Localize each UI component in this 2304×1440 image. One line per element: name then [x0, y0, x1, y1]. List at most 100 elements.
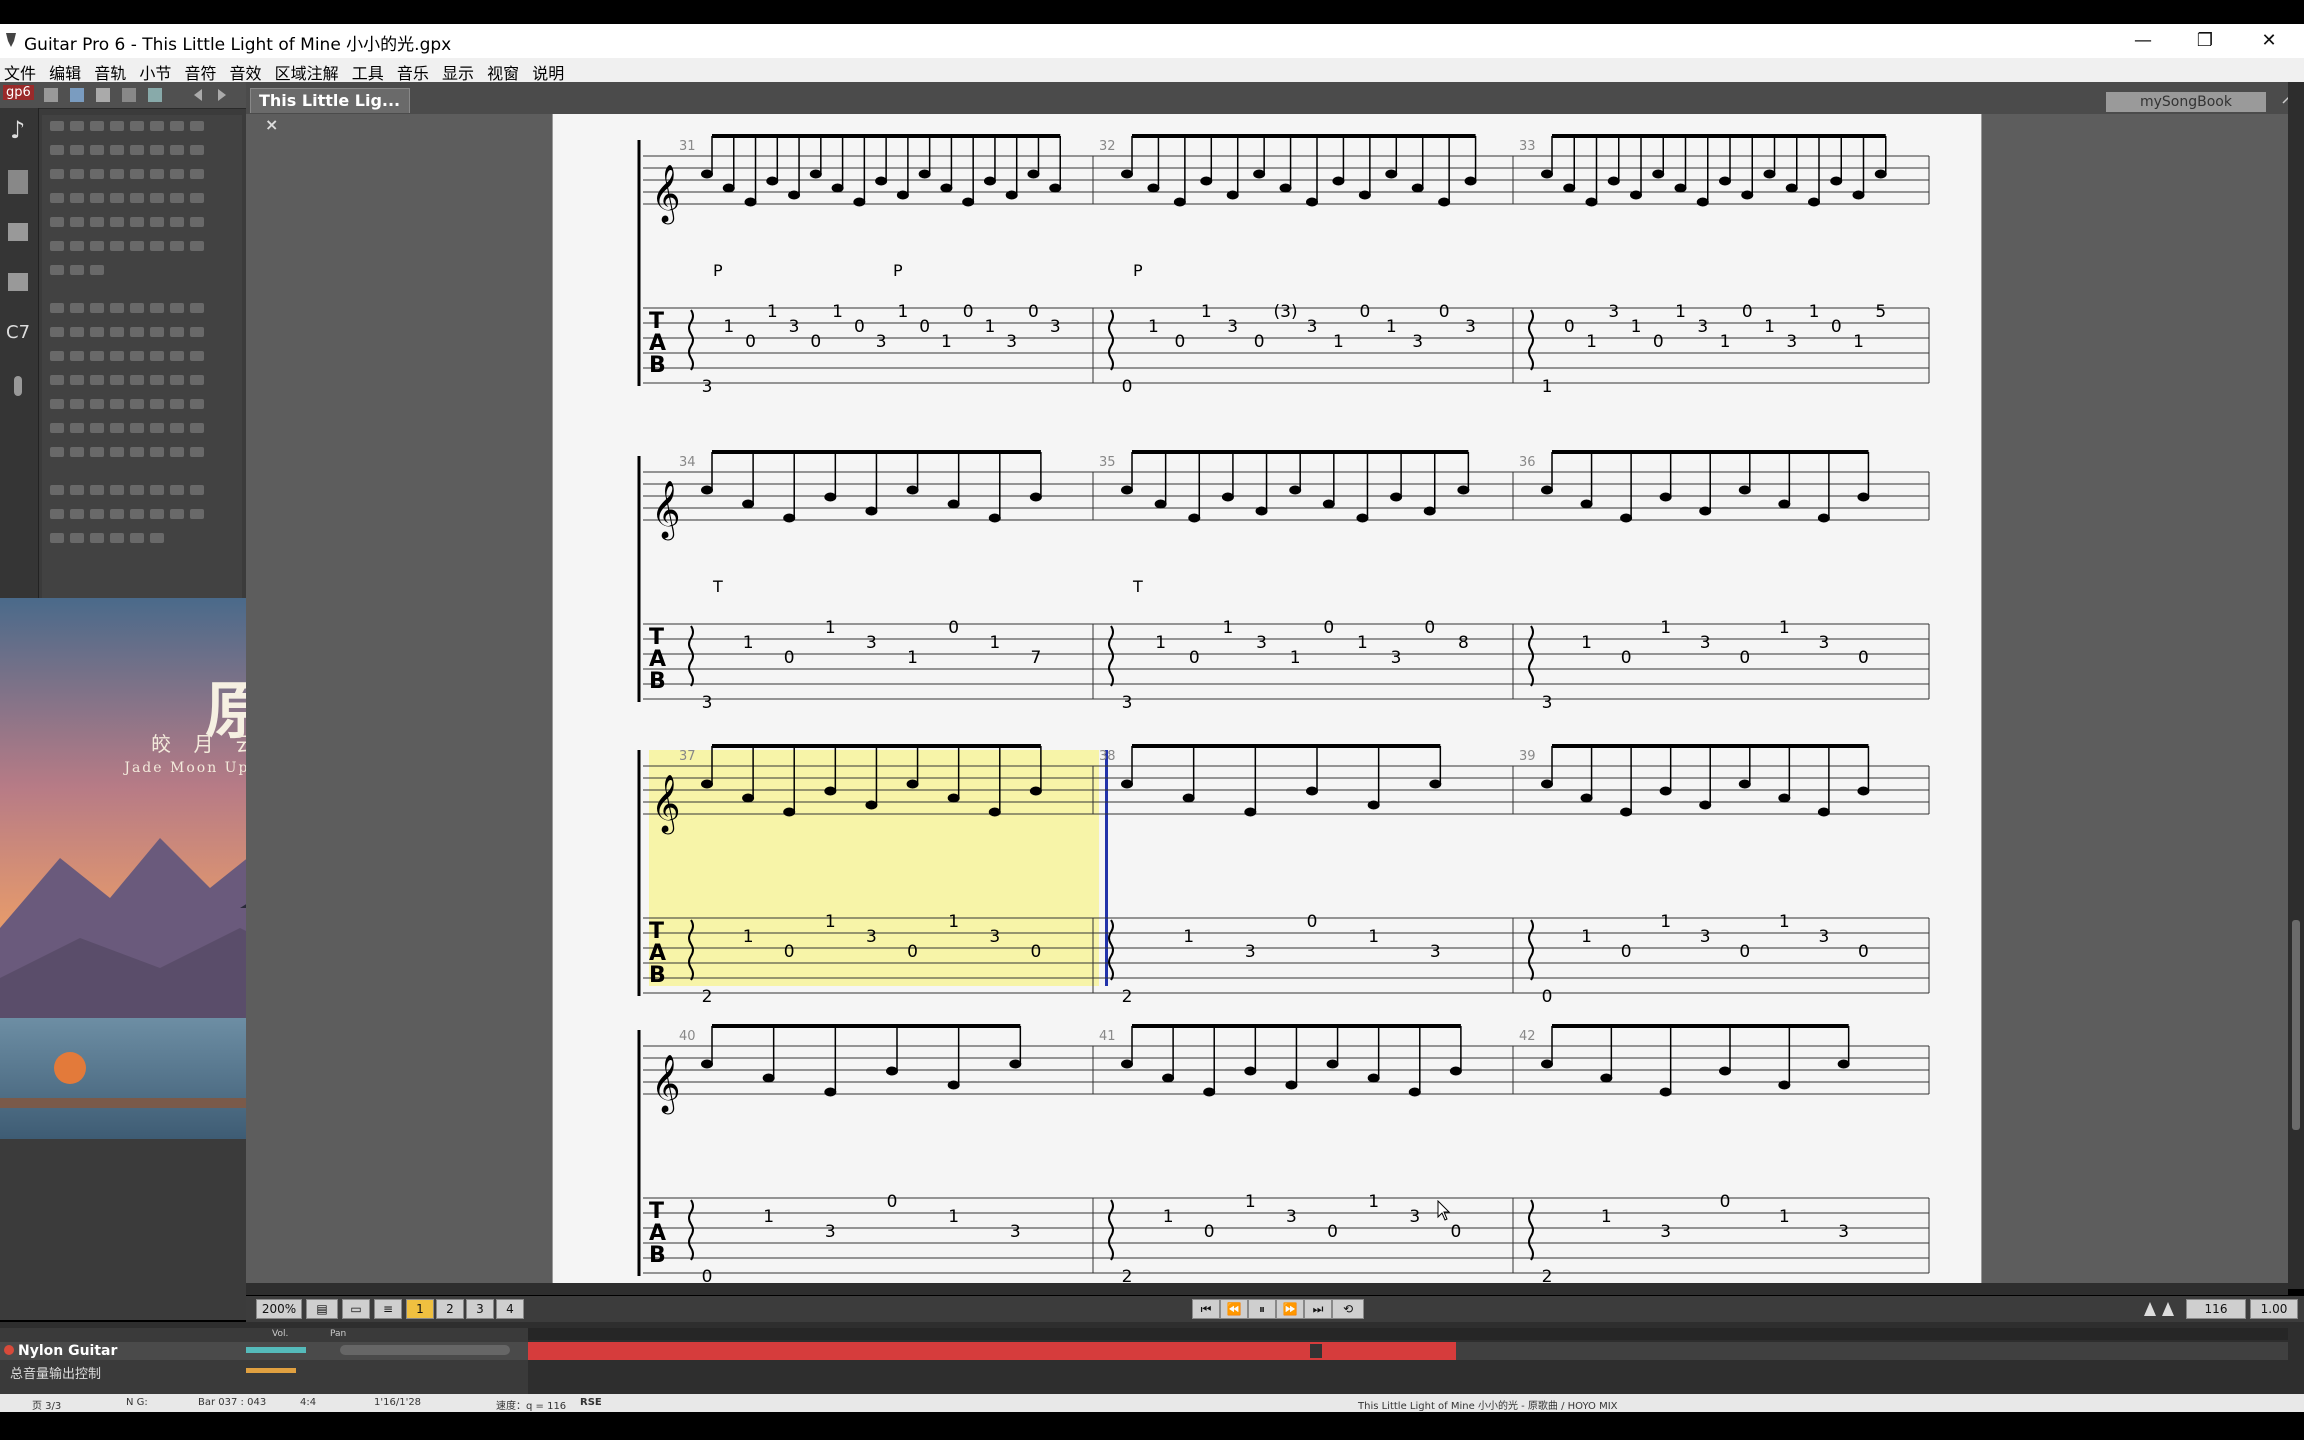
minimize-button[interactable]: —	[2120, 27, 2166, 55]
arpeggio-mark	[1528, 919, 1534, 981]
note-head	[1778, 793, 1791, 803]
pan-slider[interactable]	[340, 1345, 510, 1355]
tab-fret-number: 7	[1030, 648, 1041, 668]
loop-button[interactable]: ⟲	[1332, 1299, 1364, 1319]
bar-number: 41	[1099, 1029, 1116, 1044]
note-head	[1367, 800, 1380, 810]
voice-2-button[interactable]: 2	[436, 1299, 464, 1319]
menu-window[interactable]: 视窗	[487, 58, 519, 84]
go-to-end-button[interactable]: ⏭	[1304, 1299, 1332, 1319]
menu-track[interactable]: 音轨	[94, 58, 126, 84]
volume-slider[interactable]	[246, 1347, 306, 1353]
pause-button[interactable]: ⏸	[1248, 1299, 1276, 1319]
tool-strip-icons[interactable]: ♪ C7	[0, 108, 38, 408]
voice-3-button[interactable]: 3	[466, 1299, 494, 1319]
go-to-start-button[interactable]: ⏮	[1192, 1299, 1220, 1319]
menu-effects[interactable]: 音效	[230, 58, 262, 84]
voice-1-button[interactable]: 1	[406, 1299, 434, 1319]
multitrack-button[interactable]: ≡	[374, 1299, 402, 1319]
forward-button[interactable]: ⏩	[1276, 1299, 1304, 1319]
tab-fret-number: 1	[1809, 302, 1820, 322]
note-head	[1253, 169, 1266, 179]
page-layout-button[interactable]: ▭	[342, 1299, 370, 1319]
note-head	[1306, 786, 1318, 796]
note-head	[947, 499, 960, 509]
note-head	[1600, 1073, 1613, 1083]
score-notation[interactable]: 𝄞TAB3131013010310101303P P32010130(3)3101…	[553, 114, 1981, 1287]
score-page[interactable]: 𝄞 T A B 31 3 1 0 1 3 0 1 0 3 1 0 1 0 1 3 0 3 P P 32 0 1 0 1 3 0 (3) 3 1 0 1…	[552, 114, 1982, 1287]
tab-fret-number: 0	[784, 942, 795, 962]
note-head	[875, 176, 888, 186]
note-head	[865, 800, 878, 810]
bar-number: 33	[1519, 139, 1536, 154]
tempo-field[interactable]: 116	[2186, 1299, 2246, 1319]
menu-tools[interactable]: 工具	[352, 58, 384, 84]
tab-fret-number: 1	[1357, 633, 1368, 653]
close-tab-icon[interactable]: ×	[265, 115, 278, 134]
tab-fret-number: 0	[1254, 332, 1265, 352]
arpeggio-mark	[1528, 1199, 1534, 1261]
arpeggio-mark	[1528, 309, 1534, 371]
note-head	[1541, 485, 1553, 495]
menu-bar-measure[interactable]: 小节	[139, 58, 171, 84]
tab-fret-number: 2	[702, 987, 713, 1007]
tab-fret-number: 0	[1327, 1222, 1338, 1242]
note-head	[1817, 513, 1830, 523]
menu-section[interactable]: 区域注解	[275, 58, 339, 84]
note-head	[1279, 183, 1292, 193]
note-head	[1203, 1087, 1216, 1097]
bar-number: 36	[1519, 455, 1536, 470]
note-head	[1457, 485, 1470, 495]
rewind-button[interactable]: ⏪	[1220, 1299, 1248, 1319]
playback-cursor[interactable]	[1310, 1344, 1322, 1358]
tab-fret-number: 0	[810, 332, 821, 352]
treble-clef-icon: 𝄞	[651, 774, 681, 835]
view-mode-button[interactable]: ▤	[306, 1299, 338, 1319]
voice-4-button[interactable]: 4	[496, 1299, 524, 1319]
note-head	[1121, 485, 1133, 495]
vertical-scroll-thumb[interactable]	[2292, 920, 2300, 1130]
menu-display[interactable]: 显示	[442, 58, 474, 84]
document-tab[interactable]: This Little Lig... ×	[250, 88, 410, 134]
title-bar: Guitar Pro 6 - This Little Light of Mine…	[0, 24, 2304, 58]
horizontal-scrollbar[interactable]	[246, 1283, 2288, 1295]
tab-fret-number: 0	[1424, 618, 1435, 638]
tab-fret-number: 1	[1660, 618, 1671, 638]
tab-fret-number: 1	[985, 317, 996, 337]
tab-fret-number: 0	[1621, 942, 1632, 962]
menu-help[interactable]: 说明	[532, 58, 564, 84]
maximize-button[interactable]: ❐	[2182, 27, 2228, 55]
tab-fret-number: 1	[907, 648, 918, 668]
master-volume-slider[interactable]	[246, 1368, 296, 1373]
track-timeline-empty[interactable]	[1456, 1342, 2288, 1360]
metronome-icon[interactable]	[2140, 1300, 2180, 1318]
menu-music[interactable]: 音乐	[397, 58, 429, 84]
speed-field[interactable]: 1.00	[2250, 1299, 2298, 1319]
menu-note[interactable]: 音符	[184, 58, 216, 84]
close-button[interactable]: ✕	[2246, 27, 2292, 55]
mysongbook-button[interactable]: mySongBook	[2106, 92, 2266, 112]
menu-file[interactable]: 文件	[4, 58, 36, 84]
toolbar-icons[interactable]	[44, 87, 234, 103]
tab-fret-number: 0	[1359, 302, 1370, 322]
tab-fret-number: 0	[1204, 1222, 1215, 1242]
notation-palette[interactable]	[42, 115, 242, 600]
note-head	[1162, 1073, 1175, 1083]
note-head	[701, 485, 713, 495]
timeline-ruler[interactable]	[528, 1328, 2288, 1340]
note-head	[1429, 779, 1442, 789]
track-row[interactable]: Nylon Guitar	[0, 1342, 528, 1360]
menu-edit[interactable]: 编辑	[49, 58, 81, 84]
tab-fret-number: 0	[1739, 648, 1750, 668]
bar-number: 32	[1099, 139, 1116, 154]
note-head	[906, 485, 919, 495]
arpeggio-mark	[1108, 625, 1114, 687]
tab-fret-number: 1	[1183, 927, 1194, 947]
pan-header: Pan	[330, 1329, 347, 1339]
tab-fret-number: 1	[1764, 317, 1775, 337]
master-track-row[interactable]: 总音量输出控制	[0, 1362, 528, 1382]
zoom-select[interactable]: 200%	[256, 1299, 302, 1319]
note-head	[1188, 513, 1201, 523]
tab-fret-number: 0	[1542, 987, 1553, 1007]
note-head	[1580, 499, 1593, 509]
